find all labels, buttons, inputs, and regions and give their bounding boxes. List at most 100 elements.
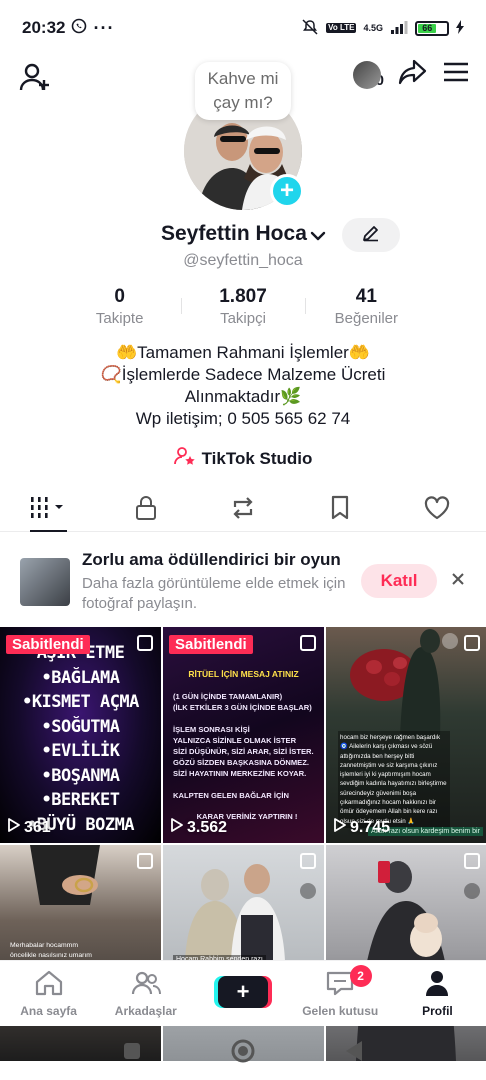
signal-icon [390,20,408,37]
grid-icon [29,496,69,525]
play-icon [8,818,20,837]
menu-icon[interactable] [442,60,470,89]
nav-inbox[interactable]: Gelen kutusu 2 [292,961,389,1026]
view-count: 3.562 [171,818,227,837]
studio-icon [173,446,196,471]
join-button[interactable]: Katıl [361,564,437,598]
bookmark-icon [329,495,351,526]
share-arrow-icon [442,633,458,649]
thumbnail-line: •SOĞUTMA [41,716,120,737]
share-arrow-icon [300,883,316,899]
promo-title: Zorlu ama ödüllendirici bir oyun [82,550,341,569]
back-icon[interactable] [344,1040,364,1067]
carousel-icon [464,853,480,869]
inbox-badge: 2 [349,965,372,987]
play-icon [171,818,183,837]
heart-icon [423,495,451,526]
video-thumbnail[interactable]: hocam biz herşeye rağmen başardık 🧿 Aile… [326,627,486,843]
charging-icon [456,19,464,37]
add-story-button[interactable]: + [270,174,304,208]
thumbnail-line: •BEREKET [41,790,120,810]
pinned-badge: Sabitlendi [6,635,90,654]
thumbnail-text: AŞIK ETME •BAĞLAMA •KISMET AÇMA •SOĞUTMA… [0,641,161,837]
thumbnail-line [173,779,321,790]
lock-icon [134,495,158,526]
profile-stats: 0 Takipte 1.807 Takipçi 41 Beğeniler [58,286,428,330]
stat-following[interactable]: 0 Takipte [58,286,181,330]
volte-icon: Vo LTE [326,23,357,33]
studio-label: TikTok Studio [201,448,313,468]
view-count-value: 3.562 [187,818,228,836]
thumbnail-line [173,713,321,724]
chevron-down-icon[interactable] [308,226,328,246]
share-icon[interactable] [398,58,428,91]
thumbnail-line: (1 GÜN İÇİNDE TAMAMLANIR) [173,692,283,701]
thumbnail-line: SİZİ DÜŞÜNÜR, SİZİ ARAR, SİZİ İSTER. [173,747,314,756]
nav-label: Ana sayfa [20,1004,77,1018]
thumbnail-line: •KISMET AÇMA [22,692,139,712]
create-button[interactable]: + [218,975,268,1008]
nav-label: Arkadaşlar [114,1004,177,1018]
nav-profile[interactable]: Profil [389,961,486,1026]
thumbnail-line: SİZİ HAYATININ MERKEZİNE KOYAR. [173,769,307,778]
bio-line: Alınmaktadır🌿 [184,387,302,406]
tab-saved[interactable] [292,490,389,531]
tiktok-studio-link[interactable]: TikTok Studio [0,446,486,471]
viewer-avatar [353,60,382,89]
carousel-icon [300,853,316,869]
share-arrow-icon [464,883,480,899]
add-friend-icon[interactable] [18,60,52,94]
bouquet-photo [350,629,441,737]
nav-create[interactable]: + [194,961,291,1026]
view-count-value: 361 [24,818,51,836]
tab-reposts[interactable] [194,490,291,531]
battery-icon: 66 [415,20,449,36]
stat-label: Beğeniler [334,310,399,327]
thumbnail-caption: hocam biz herşeye rağmen başardık 🧿 Aile… [338,731,450,828]
status-time: 20:32 [22,18,66,37]
mute-icon [301,18,319,38]
thumbnail-line: YALNIZCA SİZİNLE OLMAK İSTER [173,736,297,745]
carousel-icon [137,635,153,651]
stat-likes[interactable]: 41 Beğeniler [304,286,428,330]
thumbnail-line: •BOŞANMA [41,765,120,786]
view-count: 361 [8,818,51,837]
friends-icon [131,969,161,1000]
promo-image [20,558,70,606]
carousel-icon [137,853,153,869]
profile-icon [422,969,452,1000]
note-bubble[interactable]: Kahve mi çay mı? [195,62,291,120]
stat-value: 41 [355,286,377,307]
edit-profile-button[interactable] [342,218,400,252]
video-thumbnail[interactable]: AŞIK ETME •BAĞLAMA •KISMET AÇMA •SOĞUTMA… [0,627,161,843]
home-button-icon[interactable] [230,1038,256,1069]
tab-liked[interactable] [389,490,486,531]
thumbnail-line: •EVLİLİK [41,741,120,761]
stat-value: 1.807 [219,286,267,307]
story-viewers[interactable]: 10 [353,60,384,89]
thumbnail-title: RİTÜEL İÇİN MESAJ ATINIZ [188,669,299,679]
battery-level: 66 [418,23,437,33]
nav-friends[interactable]: Arkadaşlar [97,961,194,1026]
stat-value: 0 [114,286,125,307]
bio-line: 🤲Tamamen Rahmani İşlemler🤲 [116,343,370,362]
bio-line: 📿İşlemlerde Sadece Malzeme Ücreti [100,365,386,384]
nav-home[interactable]: Ana sayfa [0,961,97,1026]
recents-icon[interactable] [122,1041,142,1066]
profile-name[interactable]: Seyfettin Hoca [161,222,307,246]
thumbnail-line: İŞLEM SONRASI KİŞİ [173,725,250,734]
video-thumbnail[interactable]: RİTÜEL İÇİN MESAJ ATINIZ (1 GÜN İÇİNDE T… [163,627,324,843]
play-icon [334,818,346,837]
promo-description: Daha fazla görüntüleme elde etmek için f… [82,575,346,612]
tab-private[interactable] [97,490,194,531]
network-label: 4.5G [363,23,383,33]
view-count: 9.745 [334,818,390,837]
stat-followers[interactable]: 1.807 Takipçi [181,286,304,330]
stat-label: Takipçi [220,310,266,327]
thumbnail-line: (İLK ETKİLER 3 GÜN İÇİNDE BAŞLAR) [173,703,312,712]
close-icon[interactable] [449,570,467,588]
carousel-icon [464,635,480,651]
thumbnail-text: (1 GÜN İÇİNDE TAMAMLANIR) (İLK ETKİLER 3… [173,691,321,822]
repost-icon [229,495,257,526]
tab-videos[interactable] [0,490,97,532]
